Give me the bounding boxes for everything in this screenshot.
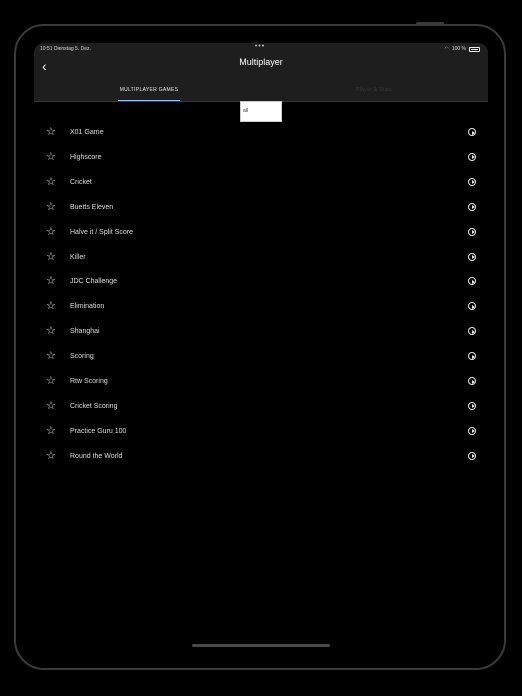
list-item[interactable]: ☆ JDC Challenge [34,272,488,292]
play-icon[interactable] [468,302,476,311]
play-icon[interactable] [468,128,476,136]
game-label: Elimination [70,303,105,311]
game-label: Cricket Scoring [70,402,118,410]
app-screen: 10:51 Dienstag 5. Dez. ••• ◠ 100 % ‹ Mul… [34,43,488,651]
game-label: Cricket [70,178,92,186]
play-icon[interactable] [468,252,476,261]
game-label: Practice Guru 100 [70,427,127,435]
wifi-icon: ◠ [444,46,449,52]
list-item[interactable]: ☆ Elimination [34,297,488,317]
star-icon[interactable]: ☆ [46,276,57,287]
star-icon[interactable]: ☆ [46,176,57,188]
play-icon[interactable] [468,451,476,460]
game-label: Scoring [70,353,94,361]
play-icon[interactable] [468,352,476,361]
star-icon[interactable]: ☆ [46,425,57,437]
play-icon[interactable] [468,202,476,211]
play-icon[interactable] [468,152,476,161]
star-icon[interactable]: ☆ [46,376,57,387]
game-label: Highscore [70,153,102,161]
list-item[interactable]: ☆ Scoring [34,347,488,367]
play-icon[interactable] [468,377,476,385]
page-title: Multiplayer [239,57,283,67]
multitasking-dots[interactable]: ••• [255,43,265,50]
list-item[interactable]: ☆ Cricket Scoring [34,397,488,417]
tab-multiplayer-games[interactable]: MULTIPLAYER GAMES [104,85,194,101]
tab-bar: MULTIPLAYER GAMES Player & Stats [34,85,488,101]
home-indicator[interactable] [192,644,330,647]
list-item[interactable]: ☆ Highscore [34,148,488,168]
game-label: Buetts Eleven [70,203,114,211]
list-item[interactable]: ☆ Rtw Scoring [34,372,488,392]
battery-icon [469,46,480,52]
play-icon[interactable] [468,227,476,236]
list-item[interactable]: ☆ Killer [34,248,488,268]
play-icon[interactable] [468,277,476,286]
star-icon[interactable]: ☆ [46,301,57,312]
game-label: JDC Challenge [70,278,118,286]
tab-player-stats[interactable]: Player & Stats [329,85,419,101]
game-label: Halve it / Split Score [70,228,134,236]
list-item[interactable]: ☆ Round the World [34,447,488,467]
play-icon[interactable] [468,401,476,410]
play-icon[interactable] [468,327,476,336]
star-icon[interactable]: ☆ [46,351,57,362]
star-icon[interactable]: ☆ [46,226,57,238]
list-item[interactable]: ☆ Halve it / Split Score [34,223,488,243]
list-item[interactable]: ☆ Shanghai [34,322,488,342]
game-label: Killer [70,253,86,261]
game-label: X01 Game [70,129,104,136]
filter-input[interactable]: all [240,101,282,122]
tab-label: Player & Stats [356,87,392,93]
status-bar: 10:51 Dienstag 5. Dez. ••• ◠ 100 % [40,43,480,56]
filter-value: all [243,108,249,114]
battery-percent: 100 % [451,46,466,52]
list-item[interactable]: ☆ Buetts Eleven [34,198,488,218]
navigation-bar: 10:51 Dienstag 5. Dez. ••• ◠ 100 % ‹ Mul… [34,43,488,102]
play-icon[interactable] [468,426,476,435]
game-label: Round the World [70,452,123,460]
star-icon[interactable]: ☆ [46,201,57,213]
hardware-button [416,22,444,25]
game-label: Rtw Scoring [70,378,108,385]
list-item[interactable]: ☆ Practice Guru 100 [34,422,488,442]
star-icon[interactable]: ☆ [46,127,57,138]
tab-label: MULTIPLAYER GAMES [119,87,179,93]
list-item[interactable]: ☆ Cricket [34,173,488,193]
star-icon[interactable]: ☆ [46,326,57,337]
star-icon[interactable]: ☆ [46,251,57,263]
tab-indicator [118,100,180,101]
game-label: Shanghai [70,328,100,336]
status-time: 10:51 Dienstag 5. Dez. [40,46,91,52]
star-icon[interactable]: ☆ [46,400,57,412]
star-icon[interactable]: ☆ [46,450,57,462]
star-icon[interactable]: ☆ [46,151,57,163]
play-icon[interactable] [468,177,476,186]
list-item[interactable]: ☆ X01 Game [34,123,488,143]
status-right: ◠ 100 % [444,46,480,52]
